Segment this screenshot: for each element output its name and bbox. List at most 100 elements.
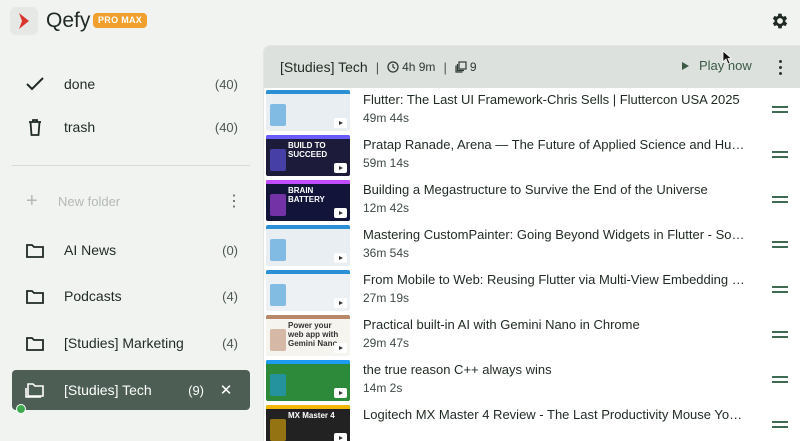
clock-icon [387,61,399,73]
sidebar-item-count: (40) [214,76,238,92]
thumbnail-portrait [270,194,286,216]
sidebar-item-studies-tech[interactable]: [Studies] Tech (9) ✕ [12,370,250,410]
folder-options-menu-icon[interactable]: ⋮ [224,191,244,211]
sidebar-item-label: AI News [64,242,117,258]
thumbnail-accent [266,90,350,94]
thumbnail-accent [266,270,350,274]
thumbnail-portrait [270,374,286,396]
drag-handle-icon[interactable] [772,241,788,250]
thumbnail-accent [266,225,350,229]
video-thumbnail: MX Master 4 [266,405,350,441]
thumbnail-accent [266,360,350,364]
thumbnail-portrait [270,329,286,351]
plan-badge: PRO MAX [93,13,148,28]
video-thumbnail [266,360,350,401]
video-thumbnail [266,90,350,131]
sidebar-item-count: (0) [222,242,238,258]
thumbnail-portrait [270,284,286,306]
queue-item-title: From Mobile to Web: Reusing Flutter via … [363,272,745,287]
video-thumbnail [266,225,350,266]
app-name: Qefy [46,9,91,32]
sidebar-item-label: Podcasts [64,288,122,304]
drag-handle-icon[interactable] [772,286,788,295]
thumbnail-portrait [270,149,286,171]
folder-open-icon [24,379,46,401]
drag-handle-icon[interactable] [772,376,788,385]
folder-icon [24,239,46,261]
drag-handle-icon[interactable] [772,106,788,115]
folder-icon [24,332,46,354]
queue-item-duration: 27m 19s [363,291,410,305]
drag-handle-icon[interactable] [772,331,788,340]
video-play-icon [334,433,347,441]
queue-item-duration: 29m 47s [363,336,410,350]
video-play-icon [334,343,347,353]
thumbnail-accent [266,315,350,319]
queue-title: [Studies] Tech [280,59,368,75]
queue-item[interactable]: MX Master 4 Logitech MX Master 4 Review -… [264,403,800,441]
sidebar-item-label: [Studies] Marketing [64,335,184,351]
play-now-button[interactable]: Play now [682,58,752,73]
thumbnail-accent [266,405,350,409]
queue-item[interactable]: Flutter: The Last UI Framework-Chris Sel… [264,88,800,133]
drag-handle-icon[interactable] [772,151,788,160]
queue-count-value: 9 [469,60,477,74]
video-play-icon [334,163,347,173]
sidebar-item-count: (4) [222,335,238,351]
mouse-cursor-icon [722,50,732,65]
sidebar-item-trash[interactable]: trash (40) [12,107,250,147]
drag-handle-icon[interactable] [772,421,788,430]
queue-list: Flutter: The Last UI Framework-Chris Sel… [264,88,800,441]
video-thumbnail: BUILD TO SUCCEED [266,135,350,176]
thumbnail-portrait [270,239,286,261]
folder-icon [24,285,46,307]
new-folder-button[interactable]: + New folder ⋮ [12,186,250,216]
video-thumbnail [266,270,350,311]
queue-item-duration: 12m 42s [363,201,410,215]
thumbnail-accent [266,180,350,184]
status-dot [16,404,26,414]
app-logo-icon [10,7,38,35]
sidebar-item-label: trash [64,119,96,135]
sidebar-item-ai-news[interactable]: AI News (0) [12,230,250,270]
sidebar-item-count: (4) [222,288,238,304]
queue-item-title: Practical built-in AI with Gemini Nano i… [363,317,640,332]
queue-item[interactable]: BRAIN BATTERY Building a Megastructure to… [264,178,800,223]
sidebar-item-label: [Studies] Tech [64,382,152,398]
top-bar: Qefy PRO MAX [0,0,800,44]
thumbnail-portrait [270,104,286,126]
queue-item[interactable]: Power your web app with Gemini Nano Pract… [264,313,800,358]
video-play-icon [334,253,347,263]
video-play-icon [334,298,347,308]
queue-item[interactable]: Mastering CustomPainter: Going Beyond Wi… [264,223,800,268]
sidebar-divider [12,165,250,166]
queue-item-duration: 14m 2s [363,381,403,395]
thumbnail-accent [266,135,350,139]
sidebar-item-count: (9) [188,382,204,398]
sidebar-item-done[interactable]: done (40) [12,64,250,104]
play-icon [682,61,689,70]
close-icon[interactable]: ✕ [216,381,236,399]
queue-item-duration: 36m 54s [363,246,410,260]
queue-item-duration: 49m 44s [363,111,410,125]
stack-icon [455,61,467,73]
queue-item[interactable]: the true reason C++ always wins 14m 2s [264,358,800,403]
queue-item[interactable]: From Mobile to Web: Reusing Flutter via … [264,268,800,313]
sidebar-item-podcasts[interactable]: Podcasts (4) [12,276,250,316]
queue-duration-value: 4h 9m [402,60,436,74]
sidebar-item-studies-marketing[interactable]: [Studies] Marketing (4) [12,323,250,363]
queue-item-title: Mastering CustomPainter: Going Beyond Wi… [363,227,745,242]
queue-item-title: Pratap Ranade, Arena — The Future of App… [363,137,745,152]
queue-header: [Studies] Tech | 4h 9m | 9 Play now [264,46,800,88]
separator: | [443,59,447,75]
queue-item-title: Logitech MX Master 4 Review - The Last P… [363,407,743,422]
queue-duration: 4h 9m [387,60,435,74]
video-play-icon [334,208,347,218]
drag-handle-icon[interactable] [772,196,788,205]
queue-item[interactable]: BUILD TO SUCCEED Pratap Ranade, Arena — T… [264,133,800,178]
thumbnail-portrait [270,419,286,441]
more-options-icon[interactable] [774,58,786,76]
settings-gear-icon[interactable] [770,11,790,31]
sidebar-item-count: (40) [214,119,238,135]
queue-item-duration: 59m 14s [363,156,410,170]
